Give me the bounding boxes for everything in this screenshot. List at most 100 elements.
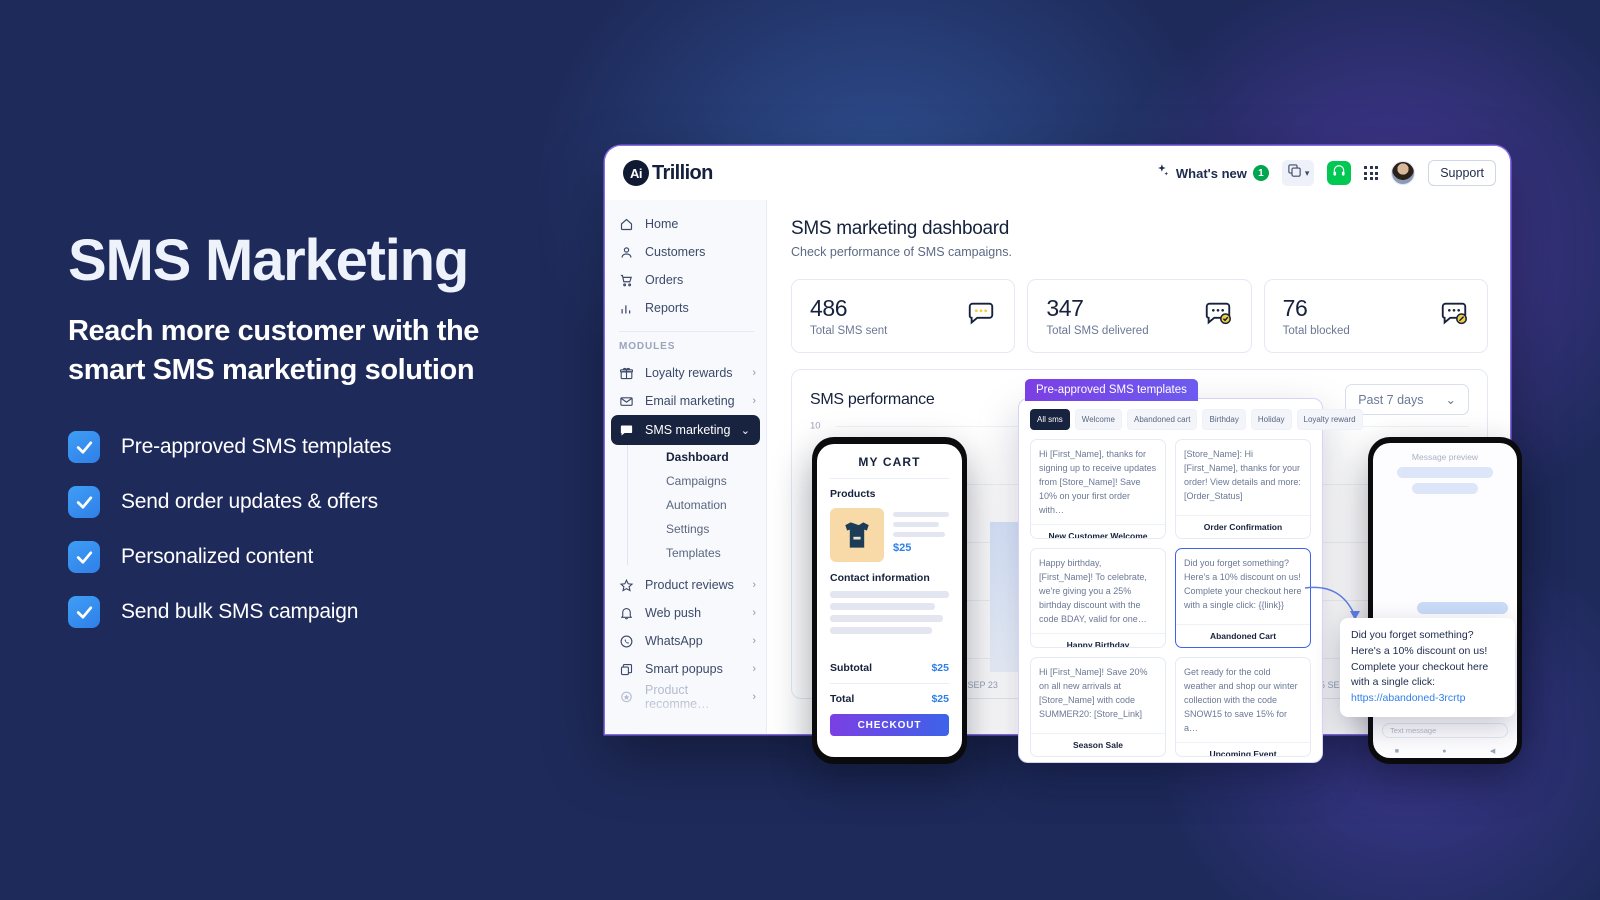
- chevron-right-icon: ›: [752, 635, 756, 647]
- template-card[interactable]: Get ready for the cold weather and shop …: [1175, 657, 1311, 757]
- sidebar-item-label: Web push: [645, 606, 702, 620]
- template-filter-tabs: All sms Welcome Abandoned cart Birthday …: [1030, 409, 1363, 430]
- sidebar-item-label: Home: [645, 217, 679, 231]
- tab-all-sms[interactable]: All sms: [1030, 409, 1070, 430]
- stat-value: 347: [1046, 295, 1084, 321]
- feature-label: Send bulk SMS campaign: [121, 600, 359, 624]
- sidebar-item-label: Loyalty rewards: [645, 366, 733, 380]
- sidebar-item-product-recommendation[interactable]: Product recomme… ›: [605, 683, 766, 711]
- cart-contact-label: Contact information: [830, 572, 930, 584]
- preview-label: Message preview: [1411, 452, 1479, 462]
- sms-preview-bubble: Did you forget something? Here's a 10% d…: [1340, 618, 1515, 717]
- tab-holiday[interactable]: Holiday: [1250, 409, 1292, 430]
- whats-new-button[interactable]: What's new 1: [1155, 163, 1269, 183]
- submenu-item-dashboard[interactable]: Dashboard: [628, 445, 766, 469]
- date-range-value: Past 7 days: [1358, 392, 1424, 407]
- template-title: Upcoming Event: [1176, 741, 1310, 756]
- sidebar-item-smart-popups[interactable]: Smart popups ›: [605, 655, 766, 683]
- sidebar-item-product-reviews[interactable]: Product reviews ›: [605, 571, 766, 599]
- stats-row: 486 Total SMS sent 347 Total SMS deliver…: [791, 279, 1488, 353]
- app-header: Ai Trillion What's new 1 ▾ Support: [605, 146, 1510, 200]
- product-image: [830, 508, 884, 562]
- template-card[interactable]: Hi [First_Name]! Save 20% on all new arr…: [1030, 657, 1166, 757]
- date-range-select[interactable]: Past 7 days ⌄: [1345, 384, 1469, 415]
- y-axis-tick: 10: [810, 420, 821, 432]
- tab-abandoned-cart[interactable]: Abandoned cart: [1126, 409, 1198, 430]
- sidebar-item-label: Product recomme…: [645, 683, 710, 711]
- submenu-item-automation[interactable]: Automation: [628, 493, 766, 517]
- tab-birthday[interactable]: Birthday: [1202, 409, 1246, 430]
- tab-welcome[interactable]: Welcome: [1074, 409, 1122, 430]
- sms-blocked-icon: [1439, 299, 1469, 334]
- checkout-button[interactable]: CHECKOUT: [830, 714, 949, 736]
- sidebar-divider: [619, 331, 754, 332]
- sidebar-item-label: WhatsApp: [645, 634, 703, 648]
- check-icon: [68, 431, 100, 464]
- message-placeholder: [1412, 483, 1478, 494]
- template-card[interactable]: [Store_Name]: Hi [First_Name], thanks fo…: [1175, 439, 1311, 539]
- message-placeholder: [1397, 467, 1493, 478]
- sidebar-item-label: Customers: [645, 245, 706, 259]
- square-nav-icon[interactable]: ■: [1395, 748, 1399, 755]
- marketing-panel: SMS Marketing Reach more customer with t…: [68, 232, 548, 651]
- apps-grid-icon[interactable]: [1364, 166, 1379, 180]
- page-subheadline: Reach more customer with the smart SMS m…: [68, 315, 480, 386]
- sms-text: Did you forget something? Here's a 10% d…: [1351, 629, 1489, 689]
- app-logo[interactable]: Ai Trillion: [623, 160, 713, 186]
- sidebar-item-sms-marketing[interactable]: SMS marketing ⌄: [611, 415, 760, 445]
- sidebar-item-loyalty-rewards[interactable]: Loyalty rewards ›: [605, 359, 766, 387]
- cart-totals: Subtotal $25 Total $25 CHECKOUT: [830, 662, 949, 736]
- android-nav-bar: ■ ● ◀: [1373, 747, 1517, 756]
- sidebar-item-email-marketing[interactable]: Email marketing ›: [605, 387, 766, 415]
- feature-item: Send bulk SMS campaign: [68, 596, 548, 629]
- submenu-item-templates[interactable]: Templates: [628, 541, 766, 565]
- sidebar-item-orders[interactable]: Orders: [605, 266, 766, 294]
- chevron-down-icon: ▾: [1304, 167, 1310, 178]
- stat-card-sms-delivered: 347 Total SMS delivered: [1027, 279, 1252, 353]
- text-message-input[interactable]: Text message: [1382, 723, 1508, 738]
- cart-product-row: $25: [830, 508, 949, 562]
- template-card[interactable]: Happy birthday, [First_Name]! To celebra…: [1030, 548, 1166, 648]
- bell-icon: [619, 606, 634, 621]
- performance-title: SMS performance: [810, 390, 935, 408]
- template-body: Did you forget something? Here's a 10% d…: [1184, 558, 1302, 610]
- template-body: Hi [First_Name]! Save 20% on all new arr…: [1039, 667, 1148, 719]
- product-details: $25: [893, 508, 949, 562]
- sidebar-item-customers[interactable]: Customers: [605, 238, 766, 266]
- sidebar-item-web-push[interactable]: Web push ›: [605, 599, 766, 627]
- sms-delivered-icon: [1203, 299, 1233, 334]
- sidebar-item-label: Reports: [645, 301, 689, 315]
- check-icon: [68, 486, 100, 519]
- stat-value: 486: [810, 295, 848, 321]
- back-nav-icon[interactable]: ◀: [1490, 747, 1495, 755]
- template-card-selected[interactable]: Did you forget something? Here's a 10% d…: [1175, 548, 1311, 648]
- cart-icon: [619, 273, 634, 288]
- total-value: $25: [931, 693, 949, 705]
- chevron-down-icon: ⌄: [1445, 393, 1456, 407]
- header-actions: What's new 1 ▾ Support: [1155, 160, 1496, 186]
- support-button[interactable]: Support: [1428, 160, 1496, 186]
- submenu-item-settings[interactable]: Settings: [628, 517, 766, 541]
- sidebar-item-home[interactable]: Home: [605, 210, 766, 238]
- sidebar-item-reports[interactable]: Reports: [605, 294, 766, 322]
- templates-badge: Pre-approved SMS templates: [1025, 379, 1198, 401]
- sms-link[interactable]: https://abandoned-3rcrtp: [1351, 692, 1465, 704]
- sms-submenu: Dashboard Campaigns Automation Settings …: [627, 445, 766, 565]
- template-card[interactable]: Hi [First_Name], thanks for signing up t…: [1030, 439, 1166, 539]
- sms-bubble-icon: [966, 299, 996, 334]
- sidebar-item-whatsapp[interactable]: WhatsApp ›: [605, 627, 766, 655]
- total-label: Total: [830, 693, 855, 705]
- template-card-grid: Hi [First_Name], thanks for signing up t…: [1030, 439, 1311, 757]
- language-selector[interactable]: ▾: [1281, 160, 1315, 186]
- submenu-item-campaigns[interactable]: Campaigns: [628, 469, 766, 493]
- star-icon: [619, 578, 634, 593]
- template-body: Get ready for the cold weather and shop …: [1184, 667, 1298, 733]
- chevron-right-icon: ›: [752, 579, 756, 591]
- template-title: Happy Birthday: [1031, 632, 1165, 647]
- chevron-down-icon: ⌄: [740, 424, 750, 437]
- tab-loyalty-reward[interactable]: Loyalty reward: [1296, 409, 1363, 430]
- avatar[interactable]: [1391, 161, 1416, 185]
- subtotal-label: Subtotal: [830, 662, 872, 674]
- circle-nav-icon[interactable]: ●: [1442, 748, 1446, 755]
- support-headset-button[interactable]: [1327, 161, 1352, 185]
